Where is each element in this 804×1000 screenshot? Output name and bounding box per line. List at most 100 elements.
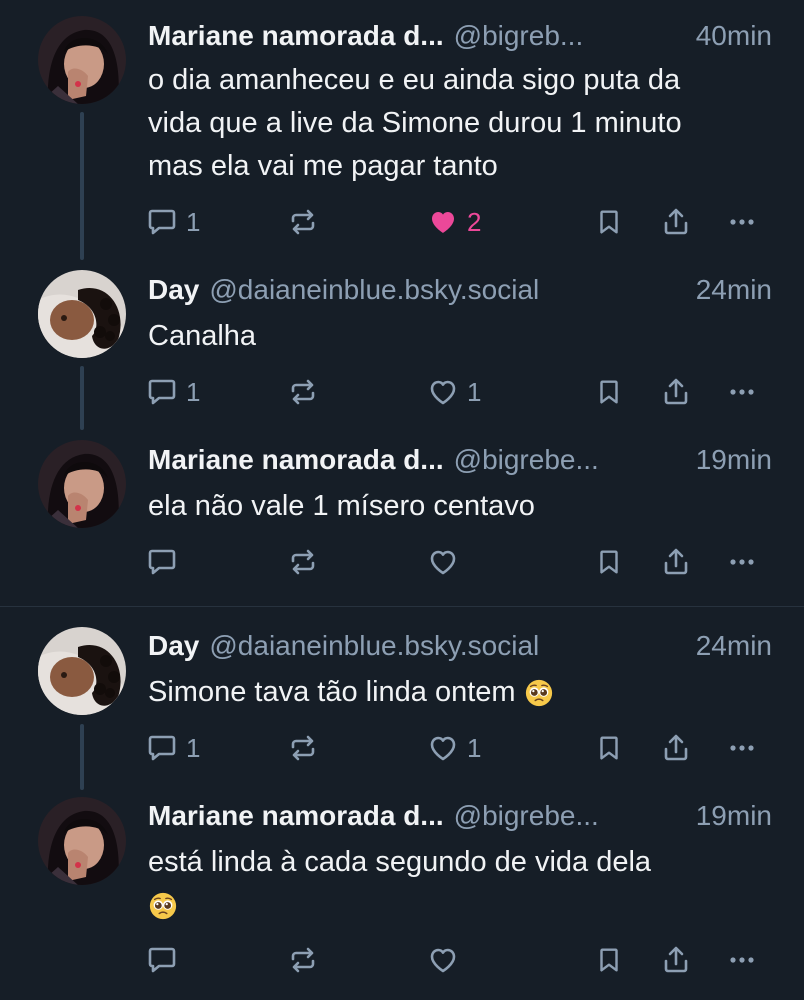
reply-count: 1 xyxy=(186,206,201,237)
repost-arrows-icon xyxy=(287,206,319,238)
repost-button[interactable] xyxy=(287,370,319,414)
post-actions xyxy=(0,938,804,982)
post-1[interactable]: Mariane namorada d... @bigreb... 40min o… xyxy=(0,0,804,260)
post-text-line: mas ela vai me pagar tanto xyxy=(148,150,498,182)
bookmark-icon xyxy=(594,944,624,976)
thread-feed: Mariane namorada d... @bigreb... 40min o… xyxy=(0,0,804,1000)
like-count: 1 xyxy=(467,732,482,763)
post-text: Canalha xyxy=(148,315,772,358)
like-button[interactable]: 1 xyxy=(427,726,481,770)
avatar[interactable] xyxy=(38,270,126,358)
share-button[interactable] xyxy=(660,938,692,982)
bookmark-button[interactable] xyxy=(594,540,624,584)
bookmark-icon xyxy=(594,546,624,578)
more-options-button[interactable] xyxy=(726,370,758,414)
post-time[interactable]: 19min xyxy=(696,800,772,832)
reply-button[interactable] xyxy=(146,540,178,584)
share-icon xyxy=(660,944,692,976)
pleading-face-emoji xyxy=(524,678,554,708)
post-5[interactable]: Mariane namorada d... @bigrebe... 19min … xyxy=(0,790,804,1000)
bookmark-button[interactable] xyxy=(594,726,624,770)
post-text: o dia amanheceu e eu ainda sigo puta da … xyxy=(148,59,772,188)
share-button[interactable] xyxy=(660,200,692,244)
repost-button[interactable] xyxy=(287,726,319,770)
post-text-content: Simone tava tão linda ontem xyxy=(148,676,516,708)
post-3[interactable]: Mariane namorada d... @bigrebe... 19min … xyxy=(0,430,804,606)
post-text-line: vida que a live da Simone durou 1 minuto xyxy=(148,107,682,139)
author-handle[interactable]: @daianeinblue.bsky.social xyxy=(209,630,685,662)
post-text-line: Canalha xyxy=(148,320,257,352)
post-actions: 1 2 xyxy=(0,200,804,244)
post-text: Simone tava tão linda ontem xyxy=(148,671,772,714)
post-time[interactable]: 40min xyxy=(696,20,772,52)
like-button[interactable]: 1 xyxy=(427,370,481,414)
share-icon xyxy=(660,732,692,764)
speech-bubble-icon xyxy=(146,546,178,578)
share-icon xyxy=(660,206,692,238)
post-actions: 1 1 xyxy=(0,370,804,414)
bookmark-button[interactable] xyxy=(594,938,624,982)
author-handle[interactable]: @bigrebe... xyxy=(454,444,686,476)
heart-icon xyxy=(427,546,459,578)
bookmark-button[interactable] xyxy=(594,370,624,414)
post-text: está linda à cada segundo de vida dela xyxy=(148,841,772,927)
like-button[interactable] xyxy=(427,540,459,584)
post-text: ela não vale 1 mísero centavo xyxy=(148,485,772,528)
bookmark-icon xyxy=(594,206,624,238)
more-dots-icon xyxy=(726,944,758,976)
avatar[interactable] xyxy=(38,16,126,104)
repost-button[interactable] xyxy=(287,540,319,584)
post-header: Mariane namorada d... @bigreb... 40min xyxy=(148,16,772,56)
like-count: 2 xyxy=(467,206,482,237)
author-name[interactable]: Mariane namorada d... xyxy=(148,444,444,476)
more-options-button[interactable] xyxy=(726,200,758,244)
reply-button[interactable] xyxy=(146,938,178,982)
reply-button[interactable]: 1 xyxy=(146,370,200,414)
more-options-button[interactable] xyxy=(726,540,758,584)
author-name[interactable]: Day xyxy=(148,274,199,306)
more-options-button[interactable] xyxy=(726,938,758,982)
more-options-button[interactable] xyxy=(726,726,758,770)
post-header: Mariane namorada d... @bigrebe... 19min xyxy=(148,440,772,480)
avatar[interactable] xyxy=(38,797,126,885)
repost-arrows-icon xyxy=(287,732,319,764)
heart-icon xyxy=(427,376,459,408)
post-4[interactable]: Day @daianeinblue.bsky.social 24min Simo… xyxy=(0,607,804,790)
post-text-line: ela não vale 1 mísero centavo xyxy=(148,490,535,522)
share-button[interactable] xyxy=(660,726,692,770)
repost-button[interactable] xyxy=(287,200,319,244)
post-text-line: está linda à cada segundo de vida dela xyxy=(148,846,652,878)
post-2[interactable]: Day @daianeinblue.bsky.social 24min Cana… xyxy=(0,260,804,430)
reply-button[interactable]: 1 xyxy=(146,726,200,770)
like-button[interactable] xyxy=(427,938,459,982)
bookmark-icon xyxy=(594,376,624,408)
share-button[interactable] xyxy=(660,540,692,584)
repost-button[interactable] xyxy=(287,938,319,982)
reply-button[interactable]: 1 xyxy=(146,200,200,244)
author-name[interactable]: Day xyxy=(148,630,199,662)
speech-bubble-icon xyxy=(146,944,178,976)
repost-arrows-icon xyxy=(287,944,319,976)
bookmark-button[interactable] xyxy=(594,200,624,244)
avatar[interactable] xyxy=(38,627,126,715)
author-name[interactable]: Mariane namorada d... xyxy=(148,800,444,832)
author-handle[interactable]: @bigreb... xyxy=(454,20,686,52)
speech-bubble-icon xyxy=(146,376,178,408)
author-handle[interactable]: @bigrebe... xyxy=(454,800,686,832)
post-text-line xyxy=(148,884,772,927)
post-time[interactable]: 24min xyxy=(696,274,772,306)
author-name[interactable]: Mariane namorada d... xyxy=(148,20,444,52)
like-count: 1 xyxy=(467,376,482,407)
post-time[interactable]: 24min xyxy=(696,630,772,662)
more-dots-icon xyxy=(726,206,758,238)
reply-count: 1 xyxy=(186,732,201,763)
post-header: Day @daianeinblue.bsky.social 24min xyxy=(148,270,772,310)
speech-bubble-icon xyxy=(146,206,178,238)
like-button[interactable]: 2 xyxy=(427,200,481,244)
share-icon xyxy=(660,546,692,578)
share-button[interactable] xyxy=(660,370,692,414)
avatar[interactable] xyxy=(38,440,126,528)
heart-icon xyxy=(427,206,459,238)
author-handle[interactable]: @daianeinblue.bsky.social xyxy=(209,274,685,306)
post-time[interactable]: 19min xyxy=(696,444,772,476)
